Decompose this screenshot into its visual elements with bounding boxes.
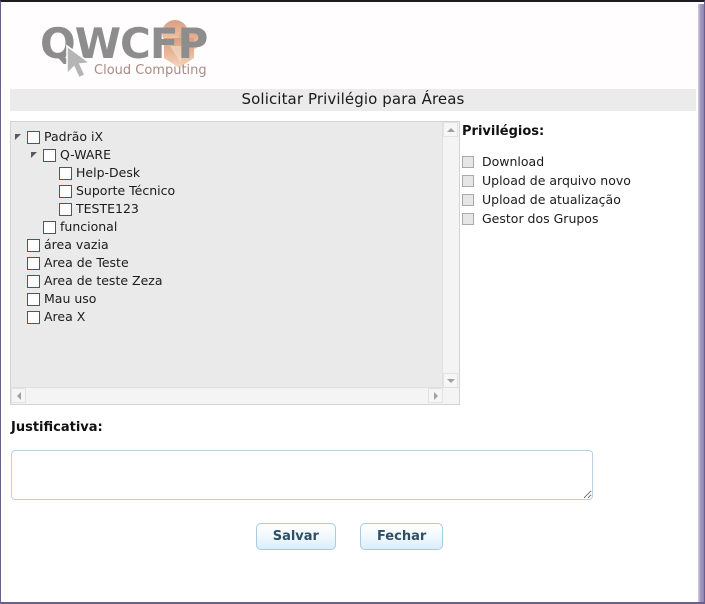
tree-collapse-icon[interactable] xyxy=(11,129,27,145)
tree-item-checkbox[interactable] xyxy=(27,238,40,252)
scroll-down-icon[interactable] xyxy=(443,373,458,388)
privileges-heading: Privilégios: xyxy=(462,124,545,139)
tree-collapse-icon[interactable] xyxy=(27,147,43,163)
tree-item-checkbox[interactable] xyxy=(59,184,72,198)
tree-item-label: Help-Desk xyxy=(76,165,141,180)
page-title-band: Solicitar Privilégio para Áreas xyxy=(10,89,696,111)
privilege-checkbox[interactable] xyxy=(462,174,474,187)
scroll-right-icon[interactable] xyxy=(428,388,443,403)
svg-text:QWCFP: QWCFP xyxy=(40,19,208,68)
privilege-checkbox[interactable] xyxy=(462,193,474,206)
justification-label: Justificativa: xyxy=(11,420,103,435)
window-edge-strip xyxy=(698,4,704,602)
page-header: QWCFP Cloud Computing xyxy=(2,4,699,89)
tree-item-label: Area de teste Zeza xyxy=(44,273,163,288)
tree-item-checkbox[interactable] xyxy=(27,256,40,270)
tree-item[interactable]: funcional xyxy=(11,218,444,236)
tree-item[interactable]: Q-WARE xyxy=(11,146,444,164)
tree-item[interactable]: Mau uso xyxy=(11,290,444,308)
tree-item-label: área vazia xyxy=(44,237,109,252)
tree-horizontal-scrollbar[interactable] xyxy=(11,387,459,404)
tree-item[interactable]: Padrão iX xyxy=(11,128,444,146)
page-title: Solicitar Privilégio para Áreas xyxy=(241,90,465,108)
privilege-row[interactable]: Upload de arquivo novo xyxy=(462,171,692,190)
privilege-label: Upload de arquivo novo xyxy=(482,173,631,188)
privilege-checkbox[interactable] xyxy=(462,155,474,168)
areas-tree-panel: Padrão iX Q-WARE Help-Desk Suporte Técnico T… xyxy=(10,121,460,405)
tree-item-label: Mau uso xyxy=(44,291,97,306)
close-button[interactable]: Fechar xyxy=(359,523,444,550)
application-window: QWCFP Cloud Computing Solicitar Privilég… xyxy=(0,0,705,604)
form-button-bar: Salvar Fechar xyxy=(1,523,698,550)
tree-item[interactable]: Help-Desk xyxy=(11,164,444,182)
scroll-left-icon[interactable] xyxy=(11,388,26,403)
tree-item-checkbox[interactable] xyxy=(27,310,40,324)
tree-item-label: Q-WARE xyxy=(60,147,112,162)
svg-text:Cloud Computing: Cloud Computing xyxy=(94,63,207,78)
tree-item-label: Suporte Técnico xyxy=(76,183,176,198)
privileges-panel: Privilégios: Download Upload de arquivo n… xyxy=(462,124,692,228)
tree-item-label: Area X xyxy=(44,309,86,324)
areas-tree-list: Padrão iX Q-WARE Help-Desk Suporte Técnico T… xyxy=(11,122,444,326)
justification-input[interactable] xyxy=(11,450,593,500)
privilege-label: Download xyxy=(482,154,545,169)
tree-item-label: Padrão iX xyxy=(44,129,104,144)
tree-item[interactable]: Suporte Técnico xyxy=(11,182,444,200)
scroll-up-icon[interactable] xyxy=(443,122,458,137)
tree-item[interactable]: TESTE123 xyxy=(11,200,444,218)
tree-item-label: funcional xyxy=(60,219,118,234)
tree-vertical-scrollbar[interactable] xyxy=(442,122,459,388)
privilege-row[interactable]: Upload de atualização xyxy=(462,190,692,209)
tree-item-checkbox[interactable] xyxy=(43,220,56,234)
privileges-list: Download Upload de arquivo novo Upload de … xyxy=(462,152,692,228)
tree-item-label: Area de Teste xyxy=(44,255,129,270)
areas-tree-scroll-area: Padrão iX Q-WARE Help-Desk Suporte Técnico T… xyxy=(11,122,444,388)
tree-item-checkbox[interactable] xyxy=(27,274,40,288)
save-button[interactable]: Salvar xyxy=(255,523,336,550)
privilege-label: Upload de atualização xyxy=(482,192,621,207)
privilege-row[interactable]: Gestor dos Grupos xyxy=(462,209,692,228)
tree-item-checkbox[interactable] xyxy=(59,166,72,180)
tree-item[interactable]: área vazia xyxy=(11,236,444,254)
tree-item-checkbox[interactable] xyxy=(27,130,40,144)
tree-item-checkbox[interactable] xyxy=(43,148,56,162)
privilege-label: Gestor dos Grupos xyxy=(482,211,599,226)
qwcfp-cloud-computing-logo: QWCFP Cloud Computing xyxy=(32,16,222,82)
tree-item-label: TESTE123 xyxy=(76,201,139,216)
tree-item-checkbox[interactable] xyxy=(59,202,72,216)
tree-item[interactable]: Area X xyxy=(11,308,444,326)
tree-item-checkbox[interactable] xyxy=(27,292,40,306)
privilege-row[interactable]: Download xyxy=(462,152,692,171)
privilege-checkbox[interactable] xyxy=(462,212,474,225)
tree-item[interactable]: Area de Teste xyxy=(11,254,444,272)
tree-item[interactable]: Area de teste Zeza xyxy=(11,272,444,290)
